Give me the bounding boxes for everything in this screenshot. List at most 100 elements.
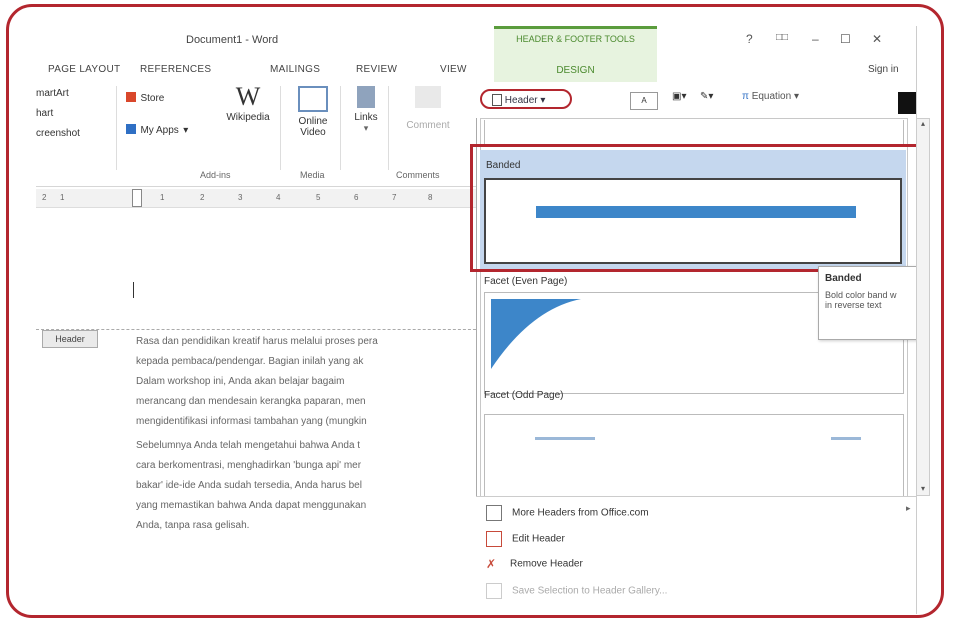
equation-label: Equation bbox=[751, 91, 792, 102]
online-video-label-1: Online bbox=[298, 116, 328, 127]
menu-edit-label: Edit Header bbox=[512, 533, 565, 545]
ruler-mark: 3 bbox=[238, 193, 243, 202]
tab-mailings[interactable]: MAILINGS bbox=[270, 64, 320, 75]
ruler-mark: 7 bbox=[392, 193, 397, 202]
body-line: Anda, tanpa rasa gelisah. bbox=[136, 520, 250, 531]
ruler-mark: 5 bbox=[316, 193, 321, 202]
text-cursor bbox=[133, 282, 134, 298]
ruler-mark: 8 bbox=[428, 193, 433, 202]
body-line: mengidentifikasi informasi tambahan yang… bbox=[136, 416, 367, 427]
tab-references[interactable]: REFERENCES bbox=[140, 64, 211, 75]
close-button[interactable]: ✕ bbox=[872, 32, 882, 46]
menu-save-selection: Save Selection to Header Gallery... bbox=[486, 583, 667, 599]
body-line: bakar' ide-ide Anda sudah tersedia, Anda… bbox=[136, 480, 362, 491]
separator bbox=[388, 86, 389, 170]
word-window: Document1 - Word HEADER & FOOTER TOOLS D… bbox=[36, 26, 917, 614]
header-boundary bbox=[36, 329, 486, 330]
ribbon-display-button[interactable]: □□ bbox=[776, 32, 788, 43]
tab-page-layout[interactable]: PAGE LAYOUT bbox=[48, 64, 120, 75]
tab-design[interactable]: DESIGN bbox=[494, 65, 657, 76]
header-tag: Header bbox=[42, 330, 98, 348]
maximize-button[interactable]: ☐ bbox=[840, 32, 851, 46]
menu-more-headers[interactable]: More Headers from Office.com bbox=[486, 505, 649, 521]
wikipedia-label: Wikipedia bbox=[226, 112, 270, 123]
screenshot-button[interactable]: creenshot bbox=[36, 128, 80, 139]
group-media-label: Media bbox=[300, 170, 325, 180]
separator bbox=[340, 86, 341, 170]
edit-header-icon bbox=[486, 531, 502, 547]
tab-view[interactable]: VIEW bbox=[440, 64, 467, 75]
tooltip-line: Bold color band w bbox=[825, 290, 897, 300]
tooltip-title: Banded bbox=[825, 273, 862, 284]
facet-odd-thumbnail[interactable] bbox=[484, 414, 904, 502]
save-gallery-icon bbox=[486, 583, 502, 599]
store-button[interactable]: Store bbox=[126, 88, 186, 106]
tab-review[interactable]: REVIEW bbox=[356, 64, 397, 75]
remove-header-icon: ✗ bbox=[486, 557, 497, 571]
body-line: merancang dan mendesain kerangka paparan… bbox=[136, 396, 366, 407]
scroll-up-icon[interactable]: ▴ bbox=[917, 119, 929, 128]
menu-more-label: More Headers from Office.com bbox=[512, 507, 649, 519]
scroll-down-icon[interactable]: ▾ bbox=[917, 484, 929, 493]
body-line: yang memastikan bahwa Anda dapat menggun… bbox=[136, 500, 367, 511]
ruler-mark: 2 bbox=[200, 193, 205, 202]
chart-button[interactable]: hart bbox=[36, 108, 53, 119]
pi-icon: π bbox=[742, 91, 749, 102]
links-label: Links bbox=[354, 112, 378, 123]
separator bbox=[280, 86, 281, 170]
group-comments-label: Comments bbox=[396, 170, 440, 180]
ruler-mark: 1 bbox=[60, 193, 65, 202]
facet-odd-label: Facet (Odd Page) bbox=[484, 390, 564, 401]
body-line: cara berkomentrasi, menghadirkan 'bunga … bbox=[136, 460, 362, 471]
online-video-button[interactable]: Online Video bbox=[290, 84, 336, 138]
gallery-scrollbar[interactable]: ▴ ▾ bbox=[916, 118, 930, 496]
online-video-label-2: Video bbox=[300, 127, 326, 138]
office-icon bbox=[486, 505, 502, 521]
chevron-down-icon: ▾ bbox=[183, 125, 189, 136]
facet-even-label: Facet (Even Page) bbox=[484, 276, 568, 287]
equation-button[interactable]: π Equation ▾ bbox=[742, 91, 799, 102]
placeholder-line bbox=[535, 437, 595, 440]
chevron-down-icon: ▾ bbox=[363, 123, 369, 133]
gallery-item-partial[interactable] bbox=[484, 120, 904, 147]
title-bar: Document1 - Word HEADER & FOOTER TOOLS D… bbox=[36, 26, 916, 84]
sign-in-link[interactable]: Sign in bbox=[868, 64, 899, 75]
ruler-mark: 4 bbox=[276, 193, 281, 202]
link-icon bbox=[357, 86, 375, 108]
body-line: Sebelumnya Anda telah mengetahui bahwa A… bbox=[136, 440, 361, 451]
menu-remove-header[interactable]: ✗ Remove Header bbox=[486, 557, 583, 571]
indent-marker[interactable] bbox=[132, 189, 142, 207]
header-icon bbox=[492, 94, 502, 107]
placeholder-line bbox=[831, 437, 861, 440]
wikipedia-button[interactable]: W Wikipedia bbox=[220, 82, 276, 123]
ruler-mark: 1 bbox=[160, 193, 165, 202]
header-menu: More Headers from Office.com Edit Header… bbox=[476, 496, 916, 614]
header-button-label: Header bbox=[504, 95, 538, 106]
signature-icon[interactable]: ✎▾ bbox=[700, 91, 713, 102]
body-line: Dalam workshop ini, Anda akan belajar ba… bbox=[136, 376, 345, 387]
context-group-title: HEADER & FOOTER TOOLS bbox=[516, 34, 635, 44]
ruler-mark: 6 bbox=[354, 193, 359, 202]
body-line: Rasa dan pendidikan kreatif harus melalu… bbox=[136, 336, 378, 347]
header-button[interactable]: Header ▾ bbox=[480, 89, 572, 109]
picture-icon[interactable]: ▣▾ bbox=[672, 91, 686, 102]
help-button[interactable]: ? bbox=[746, 32, 753, 46]
menu-save-label: Save Selection to Header Gallery... bbox=[512, 585, 668, 597]
smartart-button[interactable]: martArt bbox=[36, 88, 69, 99]
dark-strip bbox=[898, 92, 916, 114]
chevron-right-icon: ▸ bbox=[906, 503, 911, 513]
ruler-mark: 2 bbox=[42, 193, 47, 202]
horizontal-ruler[interactable]: 2 1 1 2 3 4 5 6 7 8 bbox=[36, 189, 496, 208]
body-line: kepada pembaca/pendengar. Bagian inilah … bbox=[136, 356, 364, 367]
store-label: Store bbox=[140, 93, 165, 104]
minimize-button[interactable]: – bbox=[812, 32, 819, 46]
quick-parts-icon[interactable]: A bbox=[630, 92, 658, 110]
menu-edit-header[interactable]: Edit Header bbox=[486, 531, 565, 547]
links-button[interactable]: Links ▾ bbox=[348, 84, 384, 134]
separator bbox=[116, 86, 117, 170]
my-apps-button[interactable]: My Apps ▾ bbox=[126, 120, 206, 138]
wikipedia-icon: W bbox=[235, 82, 261, 111]
video-icon bbox=[298, 86, 328, 112]
context-tab-group[interactable]: HEADER & FOOTER TOOLS DESIGN bbox=[494, 26, 657, 84]
comment-button[interactable]: Comment bbox=[398, 84, 458, 131]
